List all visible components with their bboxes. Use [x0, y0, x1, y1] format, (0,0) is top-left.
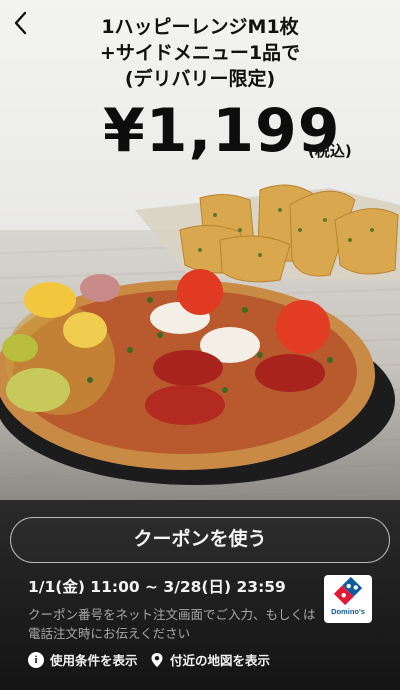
show-terms-label: 使用条件を表示 [50, 653, 138, 668]
offer-hero-image: 1ハッピーレンジM1枚 +サイドメニュー1品で (デリバリー限定) ¥1,199… [0, 0, 400, 500]
offer-title-line: +サイドメニュー1品で [99, 42, 301, 64]
tax-note: (税込) [308, 142, 352, 160]
show-terms-link[interactable]: i 使用条件を表示 [28, 650, 138, 669]
dominos-logo: Domino's [324, 575, 372, 623]
show-map-label: 付近の地図を表示 [170, 653, 271, 668]
coupon-validity-period: 1/1(金) 11:00 ~ 3/28(日) 23:59 [28, 578, 286, 596]
offer-price: ¥1,199 [103, 96, 341, 166]
offer-title: 1ハッピーレンジM1枚 +サイドメニュー1品で (デリバリー限定) [0, 14, 400, 92]
info-icon: i [28, 651, 44, 668]
potato-wedges [135, 184, 400, 283]
brand-logo-text: Domino's [331, 607, 365, 616]
show-map-link[interactable]: 付近の地図を表示 [150, 650, 270, 669]
dominos-tile-icon [333, 576, 363, 606]
offer-title-line: (デリバリー限定) [124, 68, 276, 90]
pizza-and-potato-image [0, 184, 400, 485]
use-coupon-button[interactable]: クーポンを使う [10, 517, 390, 563]
offer-title-line: 1ハッピーレンジM1枚 [101, 16, 299, 38]
location-pin-icon [151, 652, 163, 667]
coupon-usage-note: クーポン番号をネット注文画面でご入力、もしくは電話注文時にお伝えください [28, 607, 316, 641]
